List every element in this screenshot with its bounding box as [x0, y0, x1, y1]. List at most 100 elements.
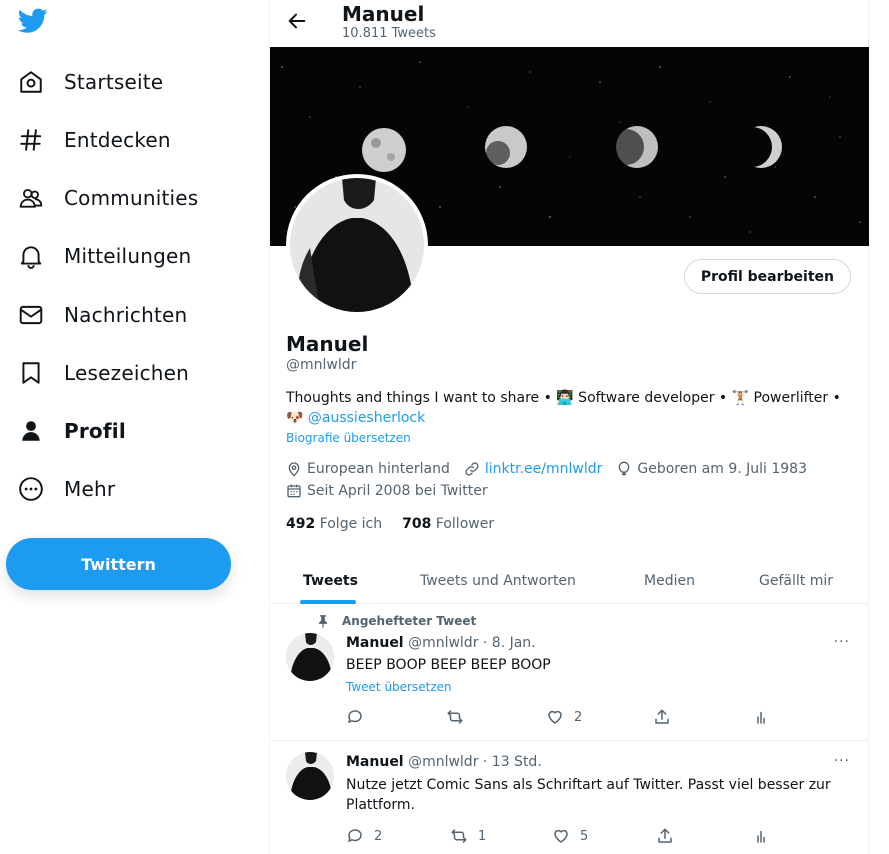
nav-label: Nachrichten [64, 303, 188, 327]
hashtag-icon [18, 127, 44, 153]
weightlifter-emoji-icon: 🏋🏻 [731, 390, 750, 406]
retweet-button[interactable]: 1 [450, 827, 486, 845]
share-icon [655, 709, 669, 724]
pinned-label: Angehefteter Tweet [316, 614, 476, 628]
nav-item-profil[interactable]: Profil [18, 411, 126, 451]
tweet-author-name[interactable]: Manuel [346, 754, 404, 770]
analytics-icon [757, 830, 765, 843]
profile-tabs: Tweets Tweets und Antworten Medien Gefäl… [270, 558, 869, 604]
nav-item-entdecken[interactable]: Entdecken [18, 120, 171, 160]
mail-icon [18, 302, 44, 328]
like-button[interactable]: 2 [546, 708, 582, 726]
nav-item-communities[interactable]: Communities [18, 178, 198, 218]
nav-label: Mehr [64, 477, 116, 501]
nav-label: Profil [64, 419, 126, 443]
tweet-meta[interactable]: @mnlwldr · 8. Jan. [408, 635, 536, 651]
analytics-icon [757, 711, 765, 724]
tweet-button[interactable]: Twittern [6, 538, 231, 590]
back-arrow-icon[interactable] [286, 10, 308, 32]
bio-mention-link[interactable]: @aussiesherlock [308, 410, 425, 426]
retweet-button[interactable] [446, 708, 474, 726]
pinned-label-text: Angehefteter Tweet [342, 614, 477, 628]
calendar-icon [287, 484, 301, 498]
follow-stats: 492 Folge ich 708 Follower [286, 516, 514, 532]
profile-birthday: Geboren am 9. Juli 1983 [637, 461, 807, 477]
like-count: 5 [580, 828, 589, 844]
link-icon [465, 462, 479, 476]
nav-item-startseite[interactable]: Startseite [18, 62, 163, 102]
tweet-author-name[interactable]: Manuel [346, 635, 404, 651]
more-circle-icon [18, 476, 44, 502]
nav-item-mehr[interactable]: Mehr [18, 469, 115, 509]
retweet-count: 1 [478, 828, 487, 844]
communities-icon [18, 185, 44, 211]
profile-location: European hinterland [307, 461, 450, 477]
heart-icon [548, 710, 562, 724]
header-tweet-count: 10.811 Tweets [342, 26, 436, 41]
followers-label: Follower [435, 516, 495, 532]
tab-tweets-und-antworten[interactable]: Tweets und Antworten [420, 558, 576, 604]
profile-website-link[interactable]: linktr.ee/mnlwldr [485, 461, 603, 477]
nav-item-mitteilungen[interactable]: Mitteilungen [18, 236, 191, 276]
bio-text: Powerlifter • [749, 390, 841, 406]
tab-tweets[interactable]: Tweets [303, 558, 358, 604]
profile-meta-row: European hinterland linktr.ee/mnlwldr Ge… [286, 461, 821, 477]
twitter-logo-icon[interactable] [17, 8, 48, 36]
following-count: 492 [286, 516, 316, 532]
nav-label: Entdecken [64, 128, 171, 152]
translate-bio-link[interactable]: Biografie übersetzen [286, 431, 411, 445]
followers-link[interactable]: 708 Follower [402, 516, 494, 532]
reply-count: 2 [374, 828, 383, 844]
location-pin-icon [288, 462, 300, 477]
technologist-emoji-icon: 👨🏻‍💻 [556, 390, 574, 406]
analytics-button[interactable] [752, 708, 770, 726]
share-icon [658, 828, 672, 843]
tweet-meta[interactable]: @mnlwldr · 13 Std. [408, 754, 542, 770]
nav-label: Communities [64, 186, 199, 210]
tweet-header: Manuel @mnlwldr · 8. Jan. [346, 635, 536, 651]
profile-joined: Seit April 2008 bei Twitter [307, 483, 488, 499]
profile-avatar[interactable] [286, 174, 428, 316]
balloon-icon [619, 461, 630, 476]
tweet-more-button[interactable]: ··· [834, 753, 850, 769]
bio-text: Software developer • [573, 390, 732, 406]
home-icon [18, 69, 44, 95]
tweet-text: Nutze jetzt Comic Sans als Schriftart au… [346, 777, 831, 813]
retweet-icon [447, 710, 463, 724]
bell-icon [18, 243, 44, 269]
share-button[interactable] [653, 708, 671, 726]
tab-gefaellt-mir[interactable]: Gefällt mir [759, 558, 833, 604]
sidebar: Startseite Entdecken Communities Mitteil… [0, 0, 270, 854]
tweet-text: BEEP BOOP BEEP BEEP BOOP [346, 657, 551, 673]
translate-tweet-link[interactable]: Tweet übersetzen [346, 680, 452, 694]
tweet-avatar[interactable] [286, 633, 334, 681]
header-name: Manuel [342, 2, 425, 26]
profile-handle: @mnlwldr [286, 357, 357, 373]
person-icon [18, 418, 44, 444]
nav-item-nachrichten[interactable]: Nachrichten [18, 295, 187, 335]
reply-button[interactable] [346, 708, 374, 726]
tweet-avatar[interactable] [286, 752, 334, 800]
nav-label: Lesezeichen [64, 361, 190, 385]
active-tab-indicator [300, 600, 356, 604]
like-button[interactable]: 5 [552, 827, 588, 845]
tweet-more-button[interactable]: ··· [834, 634, 850, 650]
nav-label: Mitteilungen [64, 244, 192, 268]
nav-item-lesezeichen[interactable]: Lesezeichen [18, 353, 189, 393]
following-label: Folge ich [319, 516, 383, 532]
nav-label: Startseite [64, 70, 164, 94]
reply-icon [348, 829, 362, 842]
edit-profile-button[interactable]: Profil bearbeiten [683, 259, 851, 294]
tweet-header: Manuel @mnlwldr · 13 Std. [346, 754, 542, 770]
analytics-button[interactable] [752, 827, 770, 845]
dog-emoji-icon: 🐶 [286, 410, 304, 426]
following-link[interactable]: 492 Folge ich [286, 516, 382, 532]
profile-bio: Thoughts and things I want to share • 👨🏻… [286, 388, 856, 428]
bookmark-icon [18, 360, 44, 386]
tab-medien[interactable]: Medien [644, 558, 695, 604]
like-count: 2 [574, 709, 583, 725]
heart-icon [554, 829, 568, 843]
share-button[interactable] [656, 827, 674, 845]
retweet-icon [451, 829, 467, 843]
reply-button[interactable]: 2 [346, 827, 382, 845]
